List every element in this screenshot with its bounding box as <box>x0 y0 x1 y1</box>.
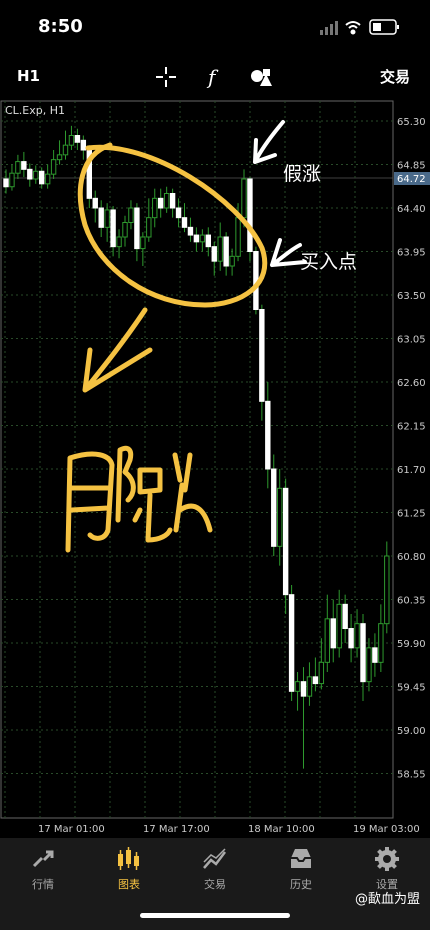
tab-trade[interactable]: 交易 <box>172 838 258 898</box>
fake-rise-label: 假涨 <box>283 163 321 185</box>
trade-button[interactable]: 交易 <box>380 66 410 87</box>
status-time: 8:50 <box>38 16 83 37</box>
symbol-label: CL.Exp, H1 <box>5 104 66 117</box>
wifi-icon <box>345 21 361 35</box>
trade-icon <box>203 848 226 869</box>
battery-icon <box>369 19 399 35</box>
tab-quotes[interactable]: 行情 <box>0 838 86 898</box>
watermark: @歃血为盟 <box>354 892 420 907</box>
home-indicator <box>140 913 290 918</box>
tab-chart[interactable]: 图表 <box>86 838 172 898</box>
status-icons <box>320 19 399 35</box>
tab-label: 图表 <box>118 878 140 891</box>
crosshair-icon[interactable] <box>153 64 179 90</box>
buy-point-label: 买入点 <box>300 251 357 273</box>
tab-label: 行情 <box>32 878 54 891</box>
chart-icon <box>118 847 139 870</box>
history-icon <box>291 849 311 868</box>
status-bar: 8:50 <box>0 0 430 56</box>
price-chart[interactable]: 65.30 64.85 64.40 63.95 63.50 63.05 62.60 62.15… <box>0 100 430 837</box>
svg-text:f: f <box>206 65 219 89</box>
objects-icon[interactable] <box>248 64 274 90</box>
signal-icon <box>320 21 338 35</box>
settings-icon <box>375 847 399 871</box>
timeframe-button[interactable]: H1 <box>17 67 40 85</box>
tab-history[interactable]: 历史 <box>258 838 344 898</box>
quotes-icon <box>32 850 54 868</box>
chart-toolbar: H1 f 交易 <box>0 56 430 98</box>
function-icon[interactable]: f <box>200 64 226 90</box>
tab-label: 历史 <box>290 878 312 891</box>
tab-label: 交易 <box>204 878 226 891</box>
